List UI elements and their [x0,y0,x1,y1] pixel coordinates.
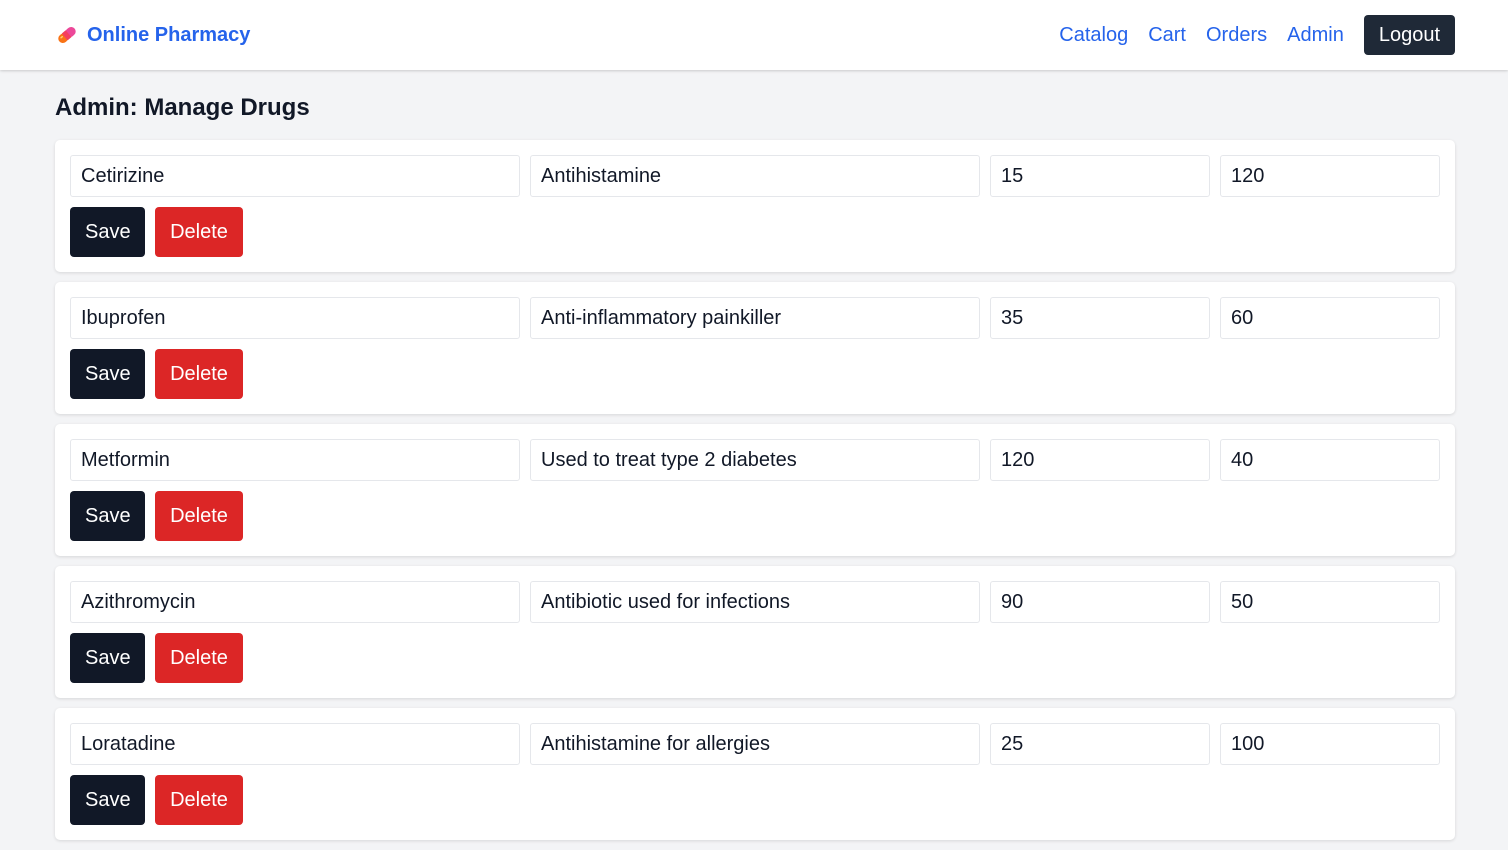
nav-link-catalog[interactable]: Catalog [1059,24,1128,47]
drug-stock-input[interactable] [1220,439,1440,481]
drug-description-input[interactable] [530,439,980,481]
drug-fields [70,723,1440,765]
drug-actions: Save Delete [70,349,1440,399]
save-button[interactable]: Save [70,349,145,399]
save-button[interactable]: Save [70,633,145,683]
brand-link[interactable]: Online Pharmacy [55,23,250,47]
drug-card: Save Delete [55,566,1455,698]
drug-fields [70,297,1440,339]
drug-actions: Save Delete [70,633,1440,683]
drug-card: Save Delete [55,282,1455,414]
drug-list: Save Delete Save Delete [55,140,1455,840]
nav-links: Catalog Cart Orders Admin Logout [1059,15,1455,55]
drug-description-input[interactable] [530,155,980,197]
drug-actions: Save Delete [70,207,1440,257]
nav-link-cart[interactable]: Cart [1148,24,1186,47]
drug-price-input[interactable] [990,581,1210,623]
main-content: Admin: Manage Drugs Save Delete Sav [55,70,1455,850]
delete-button[interactable]: Delete [155,207,243,257]
drug-card: Save Delete [55,140,1455,272]
delete-button[interactable]: Delete [155,633,243,683]
drug-fields [70,155,1440,197]
drug-price-input[interactable] [990,439,1210,481]
drug-fields [70,581,1440,623]
drug-actions: Save Delete [70,491,1440,541]
drug-price-input[interactable] [990,155,1210,197]
drug-price-input[interactable] [990,297,1210,339]
nav-link-orders[interactable]: Orders [1206,24,1267,47]
top-navbar: Online Pharmacy Catalog Cart Orders Admi… [0,0,1508,70]
logout-button[interactable]: Logout [1363,15,1455,55]
drug-actions: Save Delete [70,775,1440,825]
page-title: Admin: Manage Drugs [55,94,310,121]
delete-button[interactable]: Delete [155,349,243,399]
pill-icon [58,26,76,44]
drug-stock-input[interactable] [1220,297,1440,339]
drug-stock-input[interactable] [1220,581,1440,623]
drug-stock-input[interactable] [1220,155,1440,197]
drug-description-input[interactable] [530,297,980,339]
delete-button[interactable]: Delete [155,775,243,825]
drug-name-input[interactable] [70,581,520,623]
drug-name-input[interactable] [70,439,520,481]
save-button[interactable]: Save [70,775,145,825]
save-button[interactable]: Save [70,207,145,257]
nav-link-admin[interactable]: Admin [1287,24,1344,47]
drug-card: Save Delete [55,708,1455,840]
drug-description-input[interactable] [530,723,980,765]
drug-name-input[interactable] [70,723,520,765]
drug-description-input[interactable] [530,581,980,623]
save-button[interactable]: Save [70,491,145,541]
drug-price-input[interactable] [990,723,1210,765]
delete-button[interactable]: Delete [155,491,243,541]
drug-name-input[interactable] [70,155,520,197]
drug-card: Save Delete [55,424,1455,556]
drug-name-input[interactable] [70,297,520,339]
brand-name: Online Pharmacy [87,23,251,46]
drug-fields [70,439,1440,481]
drug-stock-input[interactable] [1220,723,1440,765]
